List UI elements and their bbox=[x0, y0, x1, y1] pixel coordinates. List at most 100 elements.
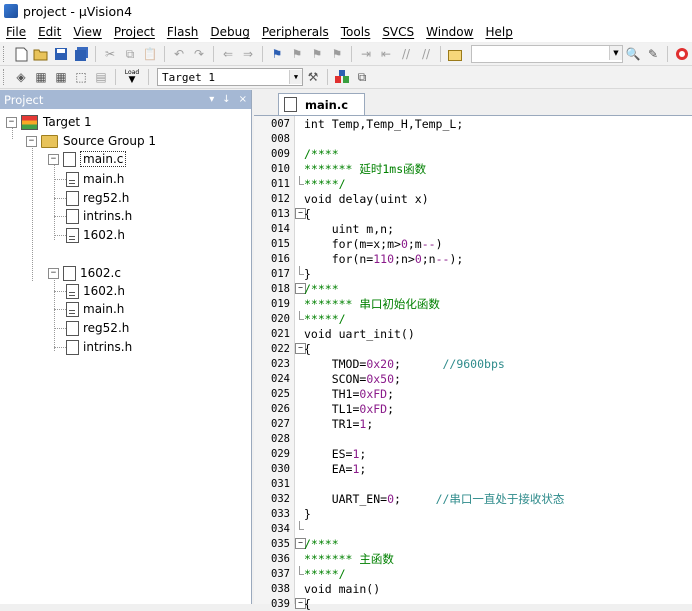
panel-dropdown-icon[interactable]: ▾ bbox=[209, 94, 214, 105]
navigate-back-icon[interactable]: ⇐ bbox=[220, 46, 236, 62]
chevron-down-icon[interactable]: ▼ bbox=[289, 70, 302, 84]
code-line[interactable]: 012 void delay(uint x) bbox=[254, 191, 692, 206]
rebuild-icon[interactable]: ▦ bbox=[53, 69, 69, 85]
code-line[interactable]: 011 *****/ bbox=[254, 176, 692, 191]
collapse-icon[interactable]: − bbox=[26, 135, 37, 147]
code-line[interactable]: 026 TL1=0xFD; bbox=[254, 401, 692, 416]
code-line[interactable]: 025 TH1=0xFD; bbox=[254, 386, 692, 401]
bookmark-icon[interactable]: ⚑ bbox=[269, 46, 285, 62]
menu-tools[interactable]: Tools bbox=[335, 25, 377, 39]
code-line[interactable]: 009 /**** bbox=[254, 146, 692, 161]
menu-edit[interactable]: Edit bbox=[32, 25, 67, 39]
tree-node-source-group[interactable]: − Source Group 1 bbox=[26, 132, 156, 150]
file-extensions-icon[interactable]: ⧉ bbox=[354, 69, 370, 85]
panel-pin-icon[interactable]: ↓ bbox=[222, 94, 230, 105]
tree-node-include[interactable]: 1602.h bbox=[66, 226, 125, 244]
menu-window[interactable]: Window bbox=[420, 25, 479, 39]
new-file-icon[interactable] bbox=[13, 46, 29, 62]
navigate-forward-icon[interactable]: ⇒ bbox=[240, 46, 256, 62]
incremental-find-icon[interactable]: ✎ bbox=[645, 46, 661, 62]
save-all-icon[interactable] bbox=[73, 46, 89, 62]
stop-build-icon[interactable]: ▤ bbox=[93, 69, 109, 85]
batch-build-icon[interactable]: ⬚ bbox=[73, 69, 89, 85]
collapse-icon[interactable]: − bbox=[48, 267, 59, 279]
panel-close-icon[interactable]: × bbox=[239, 94, 247, 105]
code-line[interactable]: 015 for(m=x;m>0;m--) bbox=[254, 236, 692, 251]
open-folder-icon[interactable] bbox=[33, 46, 49, 62]
tree-node-include[interactable]: 1602.h bbox=[66, 282, 125, 300]
tab-main-c[interactable]: main.c bbox=[278, 93, 365, 115]
code-line[interactable]: 018−/**** bbox=[254, 281, 692, 296]
code-line[interactable]: 010 ******* 延时1ms函数 bbox=[254, 161, 692, 176]
paste-icon[interactable]: 📋 bbox=[142, 46, 158, 62]
collapse-icon[interactable]: − bbox=[6, 116, 17, 128]
code-line[interactable]: 038 void main() bbox=[254, 581, 692, 596]
code-line[interactable]: 022−{ bbox=[254, 341, 692, 356]
target-select[interactable]: Target 1 ▼ bbox=[157, 68, 303, 86]
menu-help[interactable]: Help bbox=[479, 25, 518, 39]
save-icon[interactable] bbox=[53, 46, 69, 62]
code-line[interactable]: 013−{ bbox=[254, 206, 692, 221]
clear-bookmarks-icon[interactable]: ⚑ bbox=[329, 46, 345, 62]
find-in-files-icon[interactable] bbox=[447, 46, 463, 62]
code-line[interactable]: 008 bbox=[254, 131, 692, 146]
tree-node-include[interactable]: main.h bbox=[66, 300, 124, 318]
code-line[interactable]: 017} bbox=[254, 266, 692, 281]
indent-icon[interactable]: ⇥ bbox=[358, 46, 374, 62]
uncomment-icon[interactable]: // bbox=[418, 46, 434, 62]
code-line[interactable]: 033} bbox=[254, 506, 692, 521]
find-combo[interactable]: ▼ bbox=[471, 45, 623, 63]
code-line[interactable]: 014 uint m,n; bbox=[254, 221, 692, 236]
code-line[interactable]: 023 TMOD=0x20; //9600bps bbox=[254, 356, 692, 371]
next-bookmark-icon[interactable]: ⚑ bbox=[309, 46, 325, 62]
redo-icon[interactable]: ↷ bbox=[191, 46, 207, 62]
code-line[interactable]: 030 EA=1; bbox=[254, 461, 692, 476]
code-editor[interactable]: 007 int Temp,Temp_H,Temp_L; 008 009/**** 010… bbox=[254, 116, 692, 611]
load-flash-icon[interactable]: Load ▼ bbox=[122, 69, 142, 85]
tree-node-target[interactable]: − Target 1 bbox=[6, 113, 92, 131]
tree-node-include[interactable]: intrins.h bbox=[66, 207, 132, 225]
tree-node-include[interactable]: reg52.h bbox=[66, 189, 129, 207]
tree-node-include[interactable]: main.h bbox=[66, 170, 124, 188]
code-line[interactable]: 036 ******* 主函数 bbox=[254, 551, 692, 566]
code-line[interactable]: 034 bbox=[254, 521, 692, 536]
code-line[interactable]: 027 TR1=1; bbox=[254, 416, 692, 431]
chevron-down-icon[interactable]: ▼ bbox=[609, 46, 622, 60]
menu-project[interactable]: Project bbox=[108, 25, 161, 39]
code-line[interactable]: 021 void uart_init() bbox=[254, 326, 692, 341]
code-line[interactable]: 037 *****/ bbox=[254, 566, 692, 581]
find-icon[interactable]: 🔍 bbox=[625, 46, 641, 62]
tree-node-main-c[interactable]: − main.c bbox=[48, 150, 127, 168]
menu-flash[interactable]: Flash bbox=[161, 25, 204, 39]
menu-view[interactable]: View bbox=[67, 25, 107, 39]
menu-debug[interactable]: Debug bbox=[204, 25, 255, 39]
toolbar-grip[interactable] bbox=[3, 46, 7, 62]
code-line[interactable]: 028 bbox=[254, 431, 692, 446]
code-line[interactable]: 020 *****/ bbox=[254, 311, 692, 326]
build-icon[interactable]: ▦ bbox=[33, 69, 49, 85]
tree-node-include[interactable]: reg52.h bbox=[66, 319, 129, 337]
menu-peripherals[interactable]: Peripherals bbox=[256, 25, 335, 39]
toolbar-grip[interactable] bbox=[3, 69, 7, 85]
code-line[interactable]: 024 SCON=0x50; bbox=[254, 371, 692, 386]
comment-icon[interactable]: // bbox=[398, 46, 414, 62]
code-line[interactable]: 016 for(n=110;n>0;n--); bbox=[254, 251, 692, 266]
prev-bookmark-icon[interactable]: ⚑ bbox=[289, 46, 305, 62]
debug-start-icon[interactable] bbox=[674, 46, 690, 62]
menu-file[interactable]: File bbox=[0, 25, 32, 39]
code-line[interactable]: 029 ES=1; bbox=[254, 446, 692, 461]
code-line[interactable]: 035−/**** bbox=[254, 536, 692, 551]
cut-icon[interactable]: ✂ bbox=[102, 46, 118, 62]
code-line[interactable]: 019 ******* 串口初始化函数 bbox=[254, 296, 692, 311]
copy-icon[interactable]: ⧉ bbox=[122, 46, 138, 62]
target-options-icon[interactable]: ⚒ bbox=[305, 69, 321, 85]
translate-icon[interactable]: ◈ bbox=[13, 69, 29, 85]
code-line[interactable]: 007 int Temp,Temp_H,Temp_L; bbox=[254, 116, 692, 131]
collapse-icon[interactable]: − bbox=[48, 153, 59, 165]
menu-svcs[interactable]: SVCS bbox=[376, 25, 420, 39]
undo-icon[interactable]: ↶ bbox=[171, 46, 187, 62]
manage-components-icon[interactable] bbox=[334, 69, 350, 85]
code-line[interactable]: 031 bbox=[254, 476, 692, 491]
tree-node-include[interactable]: intrins.h bbox=[66, 338, 132, 356]
unindent-icon[interactable]: ⇤ bbox=[378, 46, 394, 62]
